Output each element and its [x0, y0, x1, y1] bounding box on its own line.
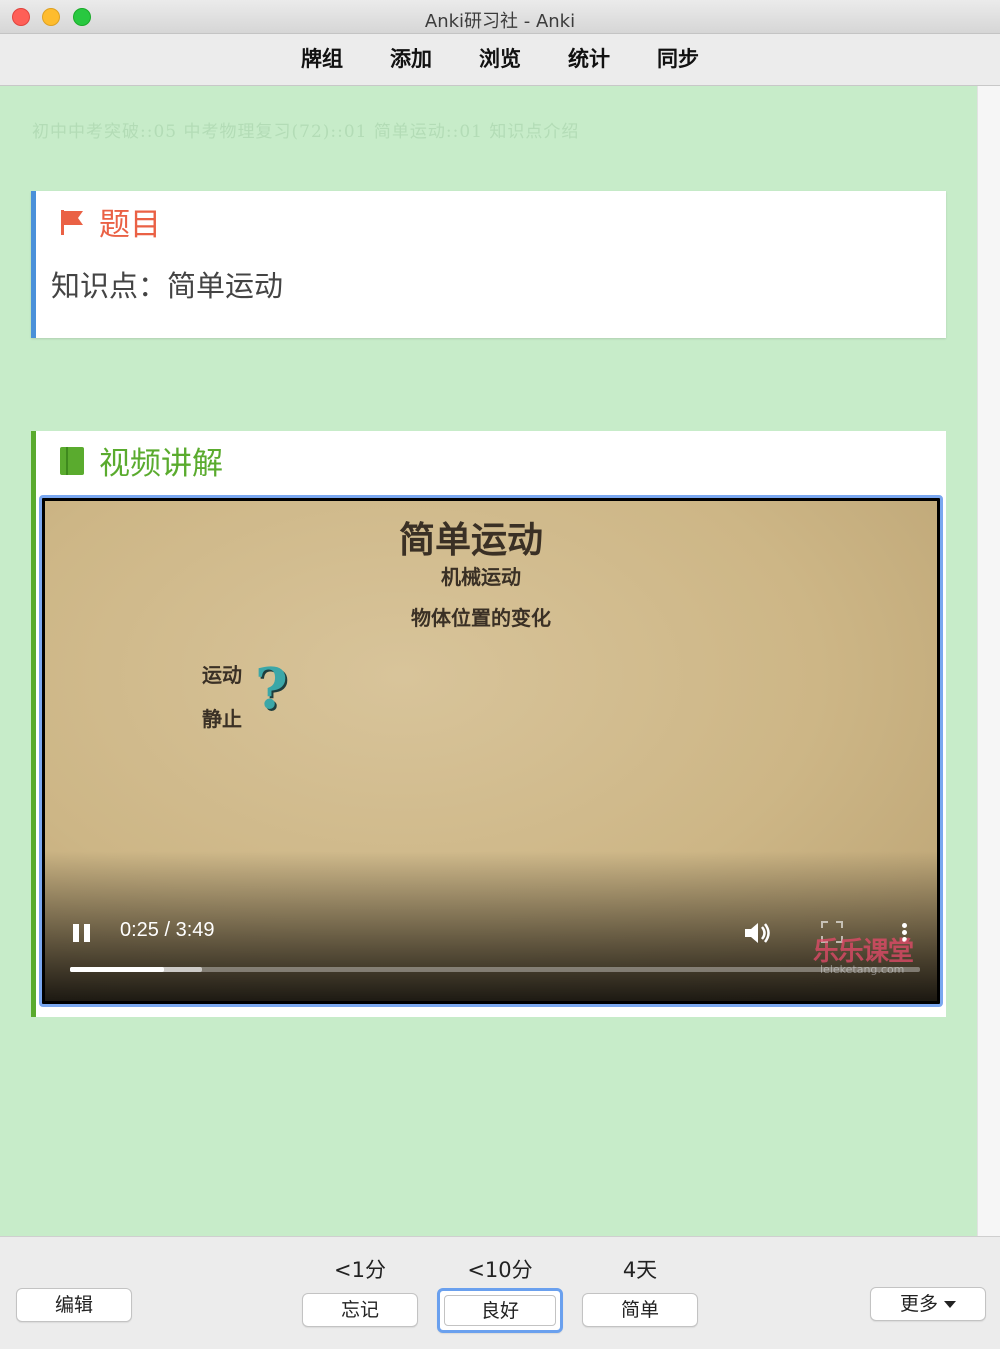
- question-mark-graphic: ?: [255, 656, 288, 722]
- video-section-heading: 视频讲解: [59, 438, 223, 483]
- easy-interval: 4天: [622, 1258, 658, 1282]
- more-button[interactable]: 更多: [870, 1287, 986, 1321]
- video-section-heading-label: 视频讲解: [99, 446, 223, 482]
- book-icon: [60, 446, 84, 475]
- toolbar-sync[interactable]: 同步: [634, 34, 723, 85]
- main-toolbar: 牌组 添加 浏览 统计 同步: [0, 34, 1000, 86]
- window-titlebar: Anki研习社 - Anki: [0, 0, 1000, 34]
- edit-button[interactable]: 编辑: [16, 1288, 132, 1322]
- video-progress-bar[interactable]: [70, 967, 920, 972]
- question-heading: 题目: [59, 199, 161, 244]
- chevron-down-icon: [944, 1301, 956, 1308]
- window-title: Anki研习社 - Anki: [424, 11, 576, 32]
- good-button-label: 良好: [444, 1295, 556, 1326]
- video-slide-side1: 运动: [202, 663, 242, 687]
- video-slide-side2: 静止: [202, 707, 242, 731]
- pause-button[interactable]: [73, 921, 97, 945]
- video-slide-line2: 物体位置的变化: [411, 606, 551, 630]
- video-slide-line1: 机械运动: [441, 565, 521, 589]
- toolbar-browse[interactable]: 浏览: [456, 34, 545, 85]
- answer-bar: 编辑 <1分 忘记 <10分 良好 4天 简单 更多: [0, 1236, 1000, 1349]
- toolbar-stats[interactable]: 统计: [545, 34, 634, 85]
- again-interval: <1分: [334, 1258, 386, 1282]
- video-time: 0:25 / 3:49: [120, 919, 215, 941]
- video-frame-image: 简单运动 机械运动 物体位置的变化 运动 静止 ? 0:25 / 3:49 乐乐…: [45, 501, 937, 1001]
- toolbar-add[interactable]: 添加: [367, 34, 456, 85]
- flag-icon: [61, 209, 83, 235]
- deck-breadcrumb: 初中中考突破::05 中考物理复习(72)::01 简单运动::01 知识点介绍: [32, 122, 580, 142]
- video-played: [70, 967, 164, 972]
- again-button[interactable]: 忘记: [302, 1293, 418, 1327]
- video-slide-title: 简单运动: [398, 519, 543, 561]
- good-button[interactable]: 良好: [437, 1288, 563, 1333]
- scrollbar[interactable]: [977, 86, 1000, 1236]
- question-card: 题目 知识点：简单运动: [31, 191, 946, 338]
- good-interval: <10分: [467, 1258, 533, 1282]
- volume-icon[interactable]: [743, 919, 773, 947]
- easy-button[interactable]: 简单: [582, 1293, 698, 1327]
- toolbar-decks[interactable]: 牌组: [278, 34, 367, 85]
- question-text: 知识点：简单运动: [51, 269, 284, 303]
- video-player[interactable]: 简单运动 机械运动 物体位置的变化 运动 静止 ? 0:25 / 3:49 乐乐…: [39, 495, 943, 1007]
- question-heading-label: 题目: [99, 207, 161, 243]
- more-button-label: 更多: [899, 1293, 938, 1315]
